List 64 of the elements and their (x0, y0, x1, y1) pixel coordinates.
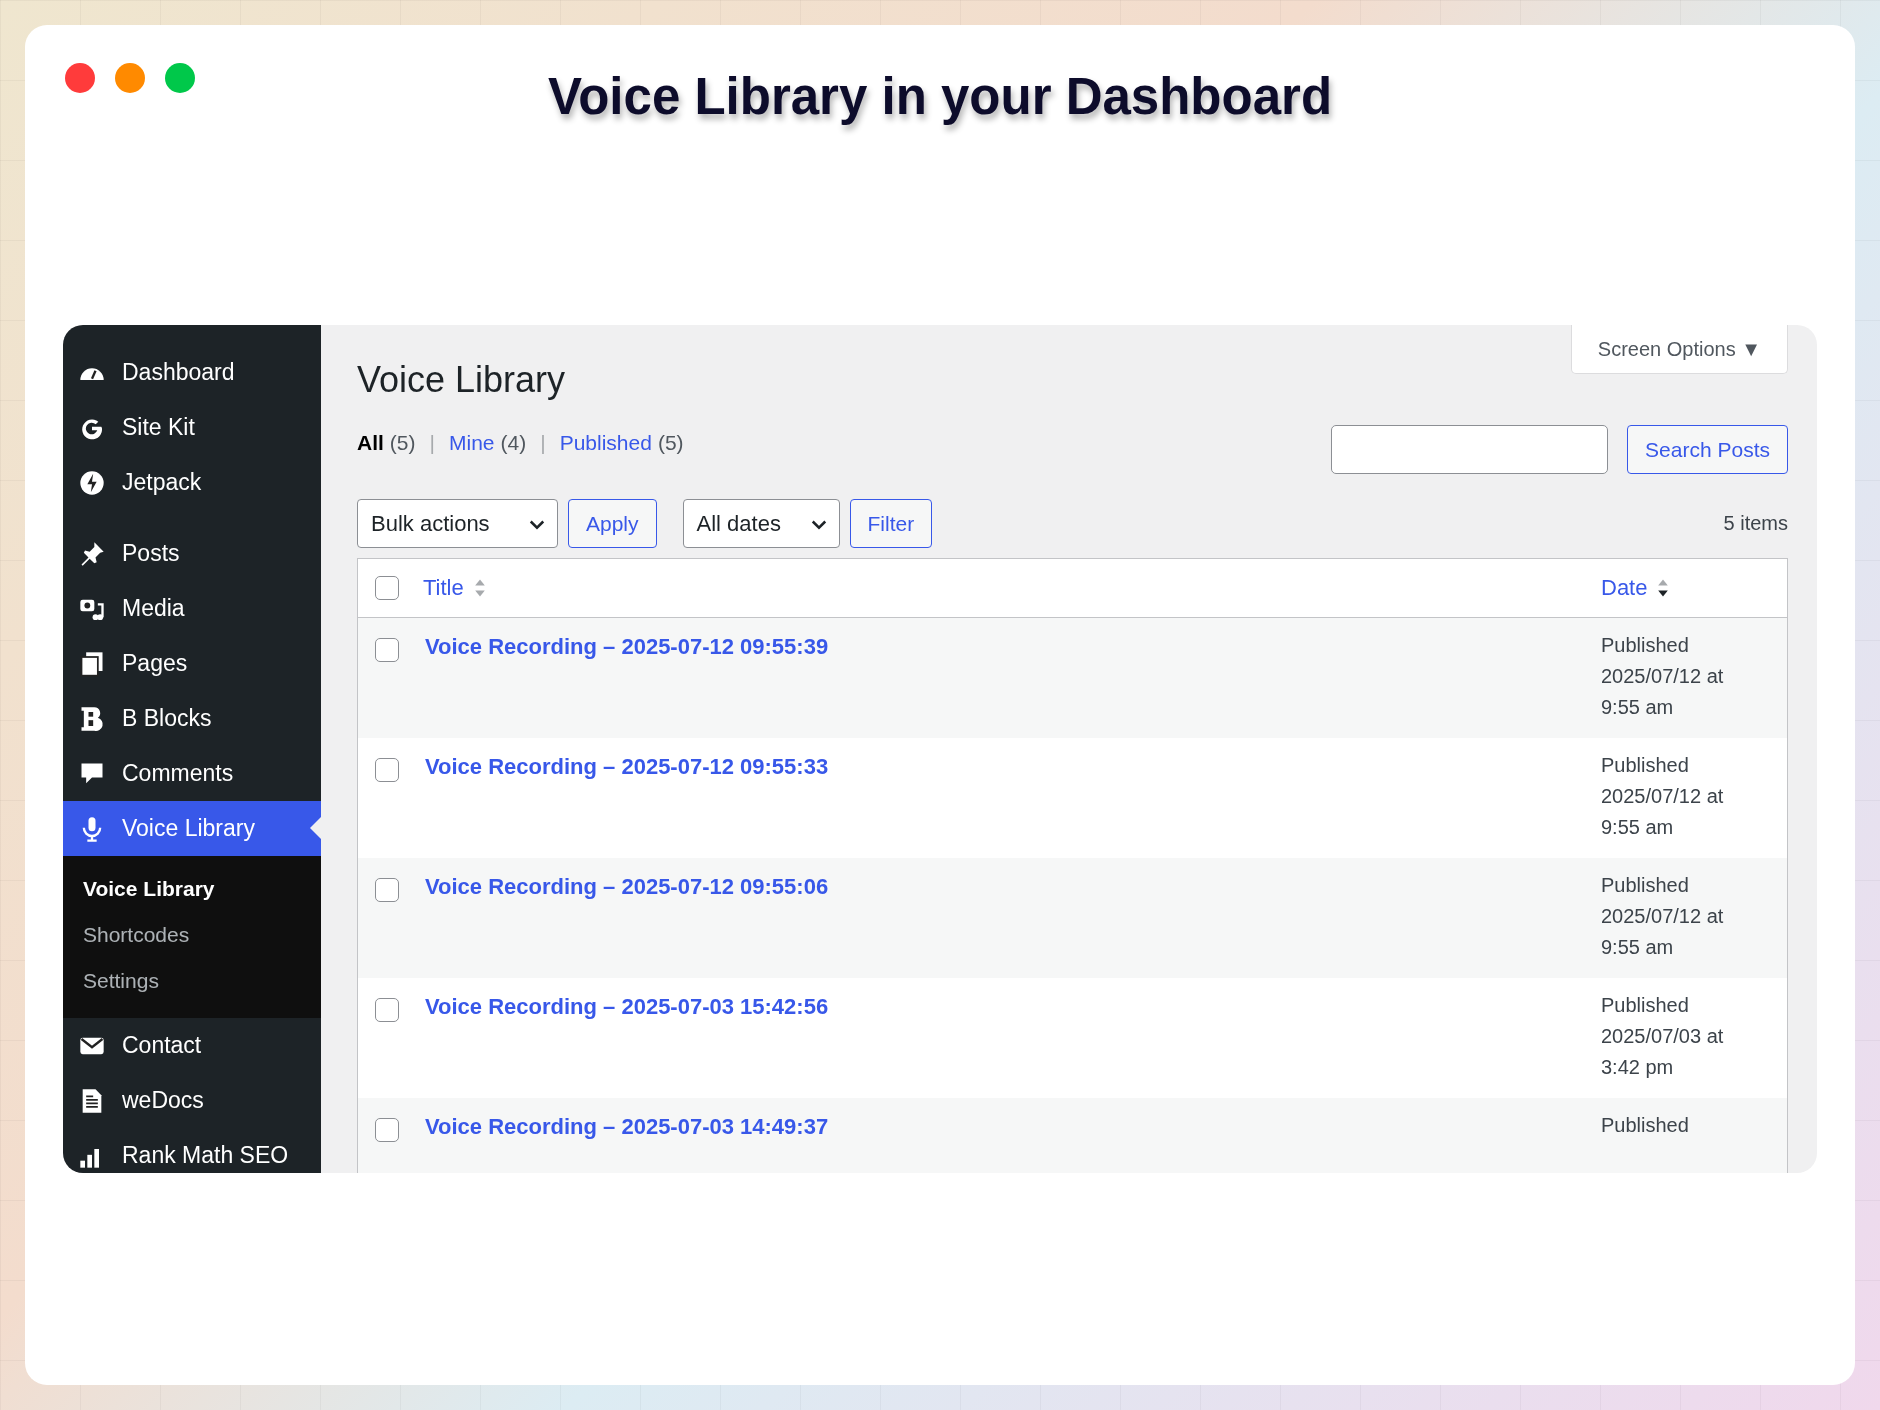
view-filter-link[interactable]: Published (559, 431, 652, 455)
select-all-checkbox[interactable] (375, 576, 399, 600)
items-count: 5 items (1723, 512, 1788, 535)
post-time: 9:55 am (1601, 815, 1675, 840)
sidebar-item[interactable]: Contact (63, 1018, 321, 1073)
apply-button[interactable]: Apply (568, 499, 657, 548)
post-title-link[interactable]: Voice Recording – 2025-07-12 09:55:39 (425, 634, 829, 659)
window-title: Voice Library in your Dashboard (547, 67, 1333, 126)
sidebar-item[interactable]: Pages (63, 636, 321, 691)
sidebar-item[interactable]: Rank Math SEO (63, 1128, 321, 1173)
sidebar-item[interactable]: Comments (63, 746, 321, 801)
sidebar-item[interactable]: weDocs (63, 1073, 321, 1128)
row-checkbox[interactable] (375, 758, 399, 782)
sidebar-item[interactable]: Dashboard (63, 345, 321, 400)
window-control[interactable] (115, 63, 145, 93)
post-time: 3:42 pm (1601, 1055, 1675, 1080)
post-date: 2025/07/12 at (1601, 904, 1725, 929)
view-count: (4) (500, 431, 527, 455)
post-time: 9:55 am (1601, 935, 1675, 960)
sidebar-item[interactable]: Jetpack (63, 455, 321, 510)
post-title-link[interactable]: Voice Recording – 2025-07-03 14:49:37 (425, 1114, 829, 1139)
post-title-link[interactable]: Voice Recording – 2025-07-12 09:55:06 (425, 874, 829, 899)
post-time: 9:55 am (1601, 695, 1675, 720)
post-status: Published (1601, 873, 1690, 898)
bolt-icon (78, 468, 106, 497)
sidebar-item[interactable]: Voice Library (63, 801, 321, 856)
window-control[interactable] (65, 63, 95, 93)
view-filter-link[interactable]: All (357, 431, 384, 455)
sidebar-item[interactable]: Site Kit (63, 400, 321, 455)
submenu-item[interactable]: Shortcodes (63, 912, 321, 958)
post-title-link[interactable]: Voice Recording – 2025-07-03 15:42:56 (425, 994, 829, 1019)
page-title: Voice Library (357, 359, 566, 401)
row-checkbox[interactable] (375, 878, 399, 902)
post-title-link[interactable]: Voice Recording – 2025-07-12 09:55:33 (425, 754, 829, 779)
submenu-item[interactable]: Voice Library (63, 866, 321, 912)
dates-dropdown[interactable]: All dates (682, 499, 840, 548)
view-count: (5) (657, 431, 684, 455)
view-filter-link[interactable]: Mine (449, 431, 495, 455)
column-header-link[interactable]: Title (423, 575, 464, 601)
sidebar-item[interactable]: B Blocks (63, 691, 321, 746)
window-control[interactable] (165, 63, 195, 93)
row-checkbox[interactable] (375, 1118, 399, 1142)
sidebar-item[interactable]: Posts (63, 526, 321, 581)
post-status: Published (1601, 1113, 1690, 1138)
post-date: 2025/07/12 at (1601, 784, 1725, 809)
column-header-link[interactable]: Date (1601, 575, 1648, 601)
submenu-item[interactable]: Settings (63, 958, 321, 1004)
post-date: 2025/07/12 at (1601, 664, 1725, 689)
search-field[interactable] (1331, 425, 1609, 474)
post-date: 2025/07/03 at (1601, 1024, 1725, 1049)
pages-icon (78, 649, 106, 678)
bulk-actions-dropdown[interactable]: Bulk actions (357, 499, 558, 548)
screen-options-tab[interactable]: Screen Options ▼ (1570, 325, 1788, 374)
post-status: Published (1601, 753, 1690, 778)
sidebar-item[interactable]: Media (63, 581, 321, 636)
view-separator: | (540, 431, 546, 455)
row-checkbox[interactable] (375, 638, 399, 662)
view-separator: | (429, 431, 435, 455)
filter-button[interactable]: Filter (849, 499, 933, 548)
view-count: (5) (389, 431, 416, 455)
post-status: Published (1601, 633, 1690, 658)
post-status: Published (1601, 993, 1690, 1018)
search-posts-button[interactable]: Search Posts (1627, 425, 1788, 474)
row-checkbox[interactable] (375, 998, 399, 1022)
